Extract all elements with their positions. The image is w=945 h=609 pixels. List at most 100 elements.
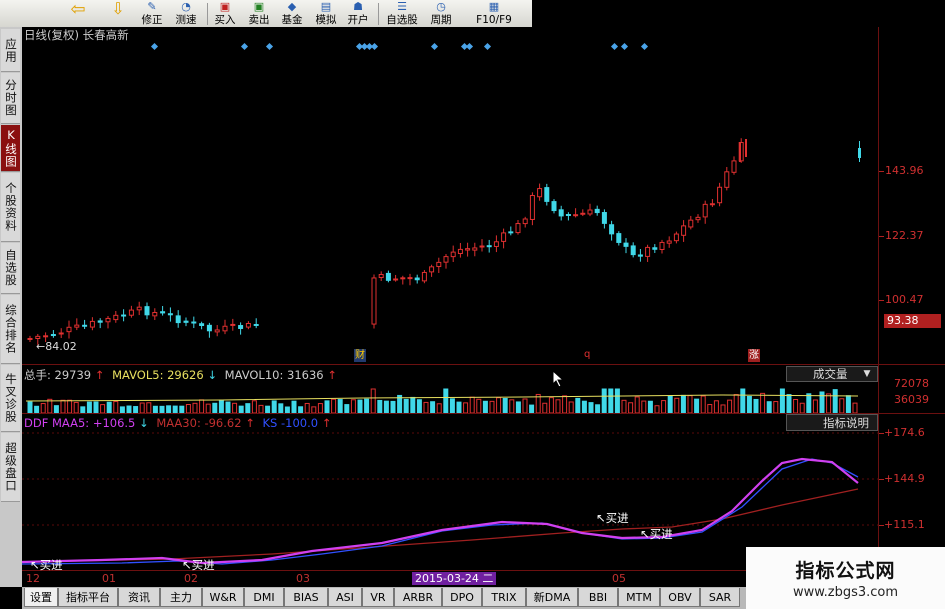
tab-bbi[interactable]: BBI [578, 588, 618, 607]
candlestick [238, 325, 244, 329]
price-tick-mark [879, 171, 884, 172]
tab-asi[interactable]: ASI [328, 588, 362, 607]
tab-new-dma[interactable]: 新DMA [526, 588, 578, 607]
total-hands-value: 29739 [54, 368, 92, 382]
candlestick [136, 306, 142, 311]
event-marker-q[interactable]: q [584, 349, 590, 360]
tab-wr[interactable]: W&R [202, 588, 244, 607]
tab-settings[interactable]: 设置 [24, 588, 58, 607]
volume-bar [159, 405, 165, 413]
volume-chart[interactable] [22, 383, 878, 413]
event-marker-rise[interactable]: 涨 [748, 349, 760, 362]
open-account-button[interactable]: ☗ 开户 [342, 1, 374, 26]
tab-obv[interactable]: OBV [660, 588, 700, 607]
volume-bar [621, 399, 627, 413]
side-tab-kline[interactable]: K线图 [1, 125, 20, 172]
back-button[interactable]: ⇦ [62, 1, 94, 26]
side-tab-diagnosis[interactable]: 牛叉诊股 [1, 365, 20, 432]
candlestick [97, 320, 103, 323]
candlestick [74, 324, 80, 328]
down-button[interactable]: ⇩ [104, 1, 132, 26]
tab-mtm[interactable]: MTM [618, 588, 660, 607]
period-button[interactable]: ◷ 周期 [424, 1, 458, 26]
tab-dmi[interactable]: DMI [244, 588, 284, 607]
tab-dpo[interactable]: DPO [442, 588, 482, 607]
volume-bar [218, 400, 224, 413]
candlestick [565, 214, 571, 217]
side-tab-apps[interactable]: 应用 [1, 29, 20, 72]
volume-bar [390, 400, 396, 413]
buy-signal: ↖买进 [596, 511, 629, 525]
buy-icon: ▣ [219, 0, 231, 13]
chart-area[interactable]: 日线(复权) 长春高新 143.96 122.37 100.47 93.38 ←… [22, 27, 945, 587]
sell-button[interactable]: ▣ 卖出 [244, 1, 274, 26]
volume-bar [522, 398, 528, 413]
side-tab-label: 个股资料 [4, 182, 18, 232]
buy-label: 买入 [214, 14, 236, 26]
volume-bar [654, 405, 660, 413]
side-tab-watchlist[interactable]: 自选股 [1, 243, 20, 294]
tab-vr[interactable]: VR [362, 588, 394, 607]
tab-main-force[interactable]: 主力 [160, 588, 202, 607]
simulate-button[interactable]: ▤ 模拟 [310, 1, 342, 26]
volume-indicator-select[interactable]: 成交量 ▼ [786, 366, 878, 382]
candlestick-chart[interactable] [22, 27, 878, 364]
candlestick [89, 320, 95, 328]
speed-test-button[interactable]: ◔ 测速 [170, 1, 202, 26]
volume-bar [542, 402, 548, 413]
ddf-tick-mark [879, 479, 884, 480]
buy-button[interactable]: ▣ 买入 [210, 1, 240, 26]
time-tick: 12 [26, 572, 40, 585]
candlestick [206, 324, 212, 332]
candlestick [659, 241, 665, 250]
volume-bar [430, 401, 436, 413]
buy-signal-label: 买进 [649, 527, 673, 541]
tab-indicator-platform[interactable]: 指标平台 [58, 588, 118, 607]
volume-bar [377, 399, 383, 413]
watchlist-button[interactable]: ☰ 自选股 [382, 1, 422, 26]
volume-bar [139, 402, 145, 413]
mavol-line [25, 394, 859, 402]
volume-bar [694, 398, 700, 413]
tab-arbr[interactable]: ARBR [394, 588, 442, 607]
candlestick [508, 231, 514, 234]
f10-button[interactable]: ▦ F10/F9 [466, 1, 522, 26]
volume-bar [245, 403, 251, 413]
ddf-tick: +115.1 [884, 518, 925, 531]
volume-bar [284, 406, 290, 413]
event-marker-finance[interactable]: 财 [354, 349, 366, 362]
volume-bar [166, 405, 172, 413]
tab-sar[interactable]: SAR [700, 588, 740, 607]
candlestick [43, 335, 49, 338]
time-tick: 01 [102, 572, 116, 585]
speed-icon: ◔ [181, 0, 191, 13]
tab-bias[interactable]: BIAS [284, 588, 328, 607]
volume-bar [753, 398, 759, 413]
info-diamond [240, 42, 249, 51]
tab-trix[interactable]: TRIX [482, 588, 526, 607]
candlestick [175, 315, 181, 324]
volume-bar [634, 396, 640, 413]
fund-button[interactable]: ◆ 基金 [276, 1, 308, 26]
candlestick [35, 335, 41, 339]
side-tab-ranking[interactable]: 综合排名 [1, 295, 20, 364]
volume-bar [812, 399, 818, 413]
volume-bar [403, 398, 409, 413]
side-tab-intraday[interactable]: 分时图 [1, 73, 20, 124]
volume-bar [67, 399, 73, 413]
price-tick-mark [879, 236, 884, 237]
volume-bar [298, 406, 304, 413]
side-tab-super-panel[interactable]: 超级盘口 [1, 433, 20, 502]
candlestick [702, 203, 708, 218]
low-price-marker: ←84.02 [36, 340, 77, 353]
side-tab-stock-info[interactable]: 个股资料 [1, 173, 20, 242]
side-tab-label: 应用 [4, 37, 18, 63]
mouse-cursor-icon [552, 370, 565, 388]
volume-bar [727, 399, 733, 413]
candlestick [436, 261, 442, 267]
edit-button[interactable]: ✎ 修正 [136, 1, 168, 26]
volume-bar [588, 402, 594, 413]
time-tick: 03 [296, 572, 310, 585]
candlestick [457, 248, 463, 255]
tab-news[interactable]: 资讯 [118, 588, 160, 607]
